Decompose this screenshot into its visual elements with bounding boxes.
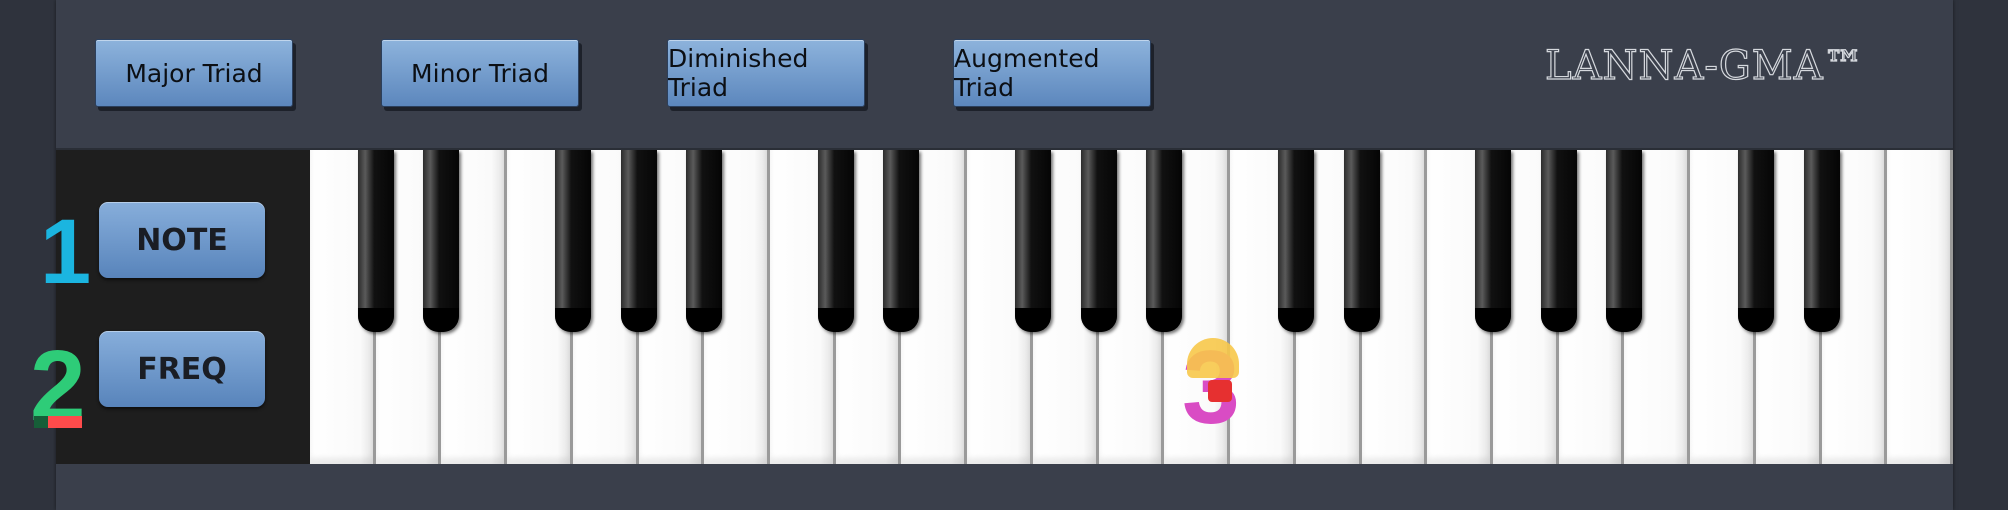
note-button[interactable]: NOTE	[99, 202, 265, 278]
brand-logo: LANNA-GMA™	[1544, 42, 1865, 89]
marker-two-accent-dark	[34, 416, 48, 428]
black-key-c-sharp1[interactable]	[817, 150, 854, 332]
black-key-g-sharp0[interactable]	[620, 150, 657, 332]
freq-button[interactable]: FREQ	[99, 331, 265, 407]
black-key-c-sharp3[interactable]	[1737, 150, 1774, 332]
black-key-a-sharp1[interactable]	[1146, 150, 1183, 332]
footer-strip	[56, 466, 1953, 510]
black-key-a-sharp0[interactable]	[686, 150, 723, 332]
diminished-triad-button[interactable]: Diminished Triad	[667, 39, 865, 107]
black-key-f-sharp0[interactable]	[554, 150, 591, 332]
augmented-triad-button[interactable]: Augmented Triad	[953, 39, 1151, 107]
major-triad-button[interactable]: Major Triad	[95, 39, 293, 107]
marker-one: 1	[40, 201, 92, 303]
marker-three-mid	[1208, 380, 1232, 402]
toolbar: Major Triad Minor Triad Diminished Triad…	[56, 0, 1953, 150]
black-key-d-sharp1[interactable]	[883, 150, 920, 332]
black-key-d-sharp2[interactable]	[1343, 150, 1380, 332]
mode-sidebar	[56, 150, 310, 464]
black-key-g-sharp1[interactable]	[1080, 150, 1117, 332]
black-key-f-sharp2[interactable]	[1474, 150, 1511, 332]
white-key-f3[interactable]	[1887, 150, 1953, 464]
black-key-f-sharp1[interactable]	[1014, 150, 1051, 332]
black-key-g-sharp2[interactable]	[1540, 150, 1577, 332]
black-key-c-sharp2[interactable]	[1277, 150, 1314, 332]
piano-keyboard	[310, 150, 1953, 464]
black-key-d-sharp0[interactable]	[423, 150, 460, 332]
black-key-a-sharp2[interactable]	[1606, 150, 1643, 332]
marker-two-accent	[48, 416, 82, 428]
black-key-c-sharp0[interactable]	[357, 150, 394, 332]
black-key-d-sharp3[interactable]	[1803, 150, 1840, 332]
minor-triad-button[interactable]: Minor Triad	[381, 39, 579, 107]
